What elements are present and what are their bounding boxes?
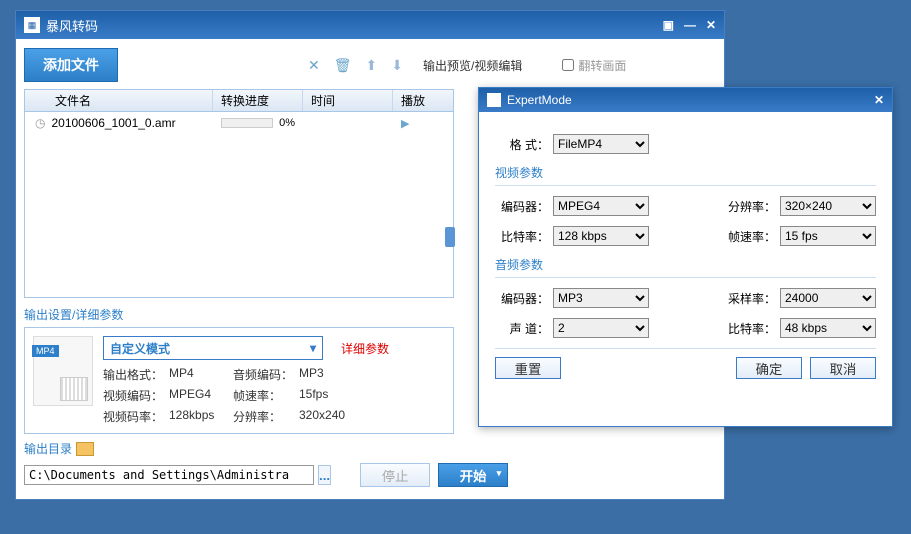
settings-label: 输出设置/详细参数 [24,306,454,323]
add-file-button[interactable]: 添加文件 [24,48,118,82]
app-icon: ▦ [24,17,40,33]
mp4-badge: MP4 [32,345,59,357]
file-table: 文件名 转换进度 时间 播放 ◷ 20100606_1001_0.amr [24,89,454,298]
stop-button[interactable]: 停止 [360,463,430,487]
progress-bar [221,118,273,128]
expert-titlebar: ExpertMode ✕ [479,88,892,112]
col-filename[interactable]: 文件名 [25,90,213,111]
audio-bitrate-select[interactable]: 48 kbps [780,318,876,338]
browse-button[interactable]: ... [318,465,331,485]
close-icon[interactable]: ✕ [706,18,716,32]
start-button[interactable]: 开始 [438,463,508,487]
expert-title: ExpertMode [507,93,572,107]
video-section-label: 视频参数 [495,164,876,181]
move-up-icon[interactable]: ⬆ [366,57,378,74]
col-progress[interactable]: 转换进度 [213,90,303,111]
restore-icon[interactable]: ▣ [663,18,674,32]
film-icon [60,377,88,401]
expert-close-icon[interactable]: ✕ [874,93,884,107]
dialog-icon [487,93,501,107]
channel-select[interactable]: 2 [553,318,649,338]
col-play[interactable]: 播放 [393,90,451,111]
preview-label: 输出预览/视频编辑 [423,57,522,74]
video-bitrate-select[interactable]: 128 kbps [553,226,649,246]
flip-checkbox[interactable] [562,59,574,71]
audio-section-label: 音频参数 [495,256,876,273]
main-titlebar: ▦ 暴风转码 ▣ — ✕ [16,11,724,39]
mode-select[interactable]: 自定义模式▾ [103,336,323,360]
flip-checkbox-label[interactable]: 翻转画面 [562,57,626,74]
app-title: 暴风转码 [46,16,663,35]
play-icon[interactable]: ▶ [401,117,409,130]
output-dir-label: 输出目录 [24,440,72,457]
settings-box: MP4 自定义模式▾ 详细参数 输出格式：MP4 [24,327,454,434]
format-thumb: MP4 [33,336,93,406]
sample-rate-select[interactable]: 24000 [780,288,876,308]
folder-icon[interactable] [76,442,94,456]
ok-button[interactable]: 确定 [736,357,802,379]
move-down-icon[interactable]: ⬇ [391,57,403,74]
output-path-input[interactable] [24,465,314,485]
trash-icon[interactable]: 🗑 [334,57,352,74]
fps-select[interactable]: 15 fps [780,226,876,246]
delete-icon[interactable]: ✕ [308,57,320,74]
reset-button[interactable]: 重置 [495,357,561,379]
minimize-icon[interactable]: — [684,18,696,32]
progress-pct: 0% [279,117,295,129]
detail-params-link[interactable]: 详细参数 [341,340,389,357]
video-encoder-select[interactable]: MPEG4 [553,196,649,216]
table-header: 文件名 转换进度 时间 播放 [25,90,453,112]
clock-icon: ◷ [35,116,45,130]
split-handle[interactable] [445,82,459,372]
file-name: 20100606_1001_0.amr [51,116,175,130]
resolution-select[interactable]: 320×240 [780,196,876,216]
audio-encoder-select[interactable]: MP3 [553,288,649,308]
col-time[interactable]: 时间 [303,90,393,111]
table-row[interactable]: ◷ 20100606_1001_0.amr 0% ▶ [25,112,453,134]
expert-dialog: ExpertMode ✕ 格 式： FileMP4 视频参数 编码器： MPEG… [478,87,893,427]
cancel-button[interactable]: 取消 [810,357,876,379]
format-select[interactable]: FileMP4 [553,134,649,154]
